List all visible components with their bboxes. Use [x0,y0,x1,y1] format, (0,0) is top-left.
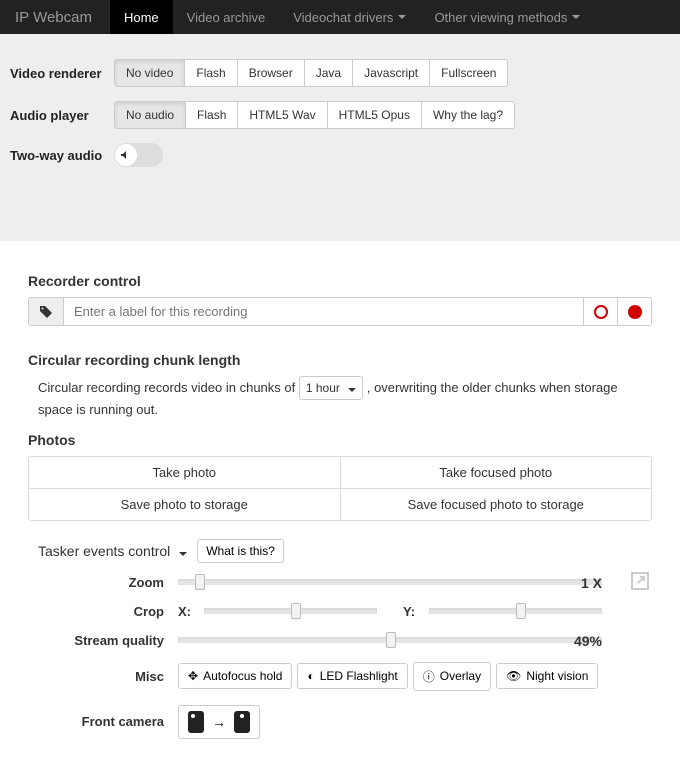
photos-grid: Take photo Take focused photo Save photo… [28,456,652,521]
circular-description: Circular recording records video in chun… [38,376,652,420]
chevron-down-icon [179,552,187,556]
record-button[interactable] [617,298,651,325]
two-way-audio-label: Two-way audio [10,148,114,163]
circular-text-before: Circular recording records video in chun… [38,380,299,395]
overlay-label: Overlay [440,669,481,683]
overlay-button[interactable]: ⓘ Overlay [413,662,491,691]
led-flashlight-label: LED Flashlight [320,669,398,683]
front-camera-icon [234,711,250,733]
video-renderer-javascript[interactable]: Javascript [352,59,430,87]
slider-handle[interactable] [386,632,396,648]
navbar: IP Webcam Home Video archive Videochat d… [0,0,680,34]
contrast-icon: ◐ [307,669,314,683]
autofocus-hold-label: Autofocus hold [203,669,282,683]
crosshair-icon: ✥ [188,669,198,683]
tasker-events-control[interactable]: Tasker events control [38,543,187,559]
audio-player-flash[interactable]: Flash [185,101,238,129]
nav-other-viewing-methods[interactable]: Other viewing methods [420,0,594,34]
zoom-value: 1 X [581,575,602,591]
video-renderer-browser[interactable]: Browser [237,59,305,87]
circular-chunk-value: 1 hour [306,381,340,395]
megaphone-icon [115,144,137,166]
crop-x-label: X: [178,604,196,619]
video-renderer-fullscreen[interactable]: Fullscreen [429,59,508,87]
video-renderer-flash[interactable]: Flash [184,59,237,87]
front-camera-label: Front camera [28,714,178,729]
video-renderer-group: No video Flash Browser Java Javascript F… [114,59,508,87]
crop-x-slider[interactable] [204,608,377,614]
nav-video-archive[interactable]: Video archive [173,0,280,34]
two-way-audio-toggle[interactable] [114,143,163,167]
circular-chunk-select[interactable]: 1 hour [299,376,363,400]
audio-player-label: Audio player [10,108,114,123]
main-panel: Recorder control Circular recording chun… [0,241,680,773]
stream-quality-value: 49% [574,633,602,649]
nav-other-viewing-label: Other viewing methods [434,10,567,25]
save-focused-photo-button[interactable]: Save focused photo to storage [340,489,652,520]
tasker-label-text: Tasker events control [38,543,170,559]
top-settings-panel: Video renderer No video Flash Browser Ja… [0,34,680,241]
crop-label: Crop [28,604,178,619]
take-focused-photo-button[interactable]: Take focused photo [340,457,652,488]
night-vision-label: Night vision [526,669,588,683]
record-toggle-button[interactable] [583,298,617,325]
info-icon: ⓘ [423,668,435,685]
video-renderer-novideo[interactable]: No video [114,59,185,87]
chevron-down-icon [348,388,356,392]
take-photo-button[interactable]: Take photo [29,457,340,488]
chevron-down-icon [398,15,406,19]
video-renderer-java[interactable]: Java [304,59,353,87]
audio-player-noaudio[interactable]: No audio [114,101,186,129]
recording-label-input[interactable] [64,298,583,325]
crop-y-slider[interactable] [429,608,602,614]
misc-label: Misc [28,669,178,684]
audio-player-group: No audio Flash HTML5 Wav HTML5 Opus Why … [114,101,515,129]
tasker-help-button[interactable]: What is this? [197,539,284,563]
eye-icon: 👁 [506,669,521,683]
recorder-input-row [28,297,652,326]
nav-videochat-drivers-label: Videochat drivers [293,10,393,25]
back-camera-icon [188,711,204,733]
record-outline-icon [594,305,608,319]
photos-title: Photos [28,432,652,448]
video-renderer-label: Video renderer [10,66,114,81]
tag-icon [29,298,64,325]
crop-y-label: Y: [403,604,421,619]
audio-player-html5opus[interactable]: HTML5 Opus [327,101,422,129]
popout-icon[interactable] [630,571,652,593]
slider-handle[interactable] [195,574,205,590]
app-title: IP Webcam [15,9,92,26]
record-fill-icon [628,305,642,319]
zoom-label: Zoom [28,575,178,590]
audio-player-html5wav[interactable]: HTML5 Wav [237,101,327,129]
slider-handle[interactable] [291,603,301,619]
autofocus-hold-button[interactable]: ✥ Autofocus hold [178,663,292,689]
save-photo-button[interactable]: Save photo to storage [29,489,340,520]
led-flashlight-button[interactable]: ◐ LED Flashlight [297,663,407,689]
chevron-down-icon [572,15,580,19]
stream-quality-slider[interactable] [178,637,602,643]
night-vision-button[interactable]: 👁 Night vision [496,663,598,689]
slider-handle[interactable] [516,603,526,619]
recorder-control-title: Recorder control [28,273,652,289]
nav-videochat-drivers[interactable]: Videochat drivers [279,0,420,34]
controls-panel: Zoom 1 X Crop X: Y: Stream qu [28,575,652,739]
arrow-right-icon: → [212,714,226,730]
audio-player-whythelag[interactable]: Why the lag? [421,101,515,129]
stream-quality-label: Stream quality [28,633,178,648]
nav-home[interactable]: Home [110,0,173,34]
switch-camera-button[interactable]: → [178,705,260,739]
circular-title: Circular recording chunk length [28,352,652,368]
zoom-slider[interactable] [178,579,602,585]
